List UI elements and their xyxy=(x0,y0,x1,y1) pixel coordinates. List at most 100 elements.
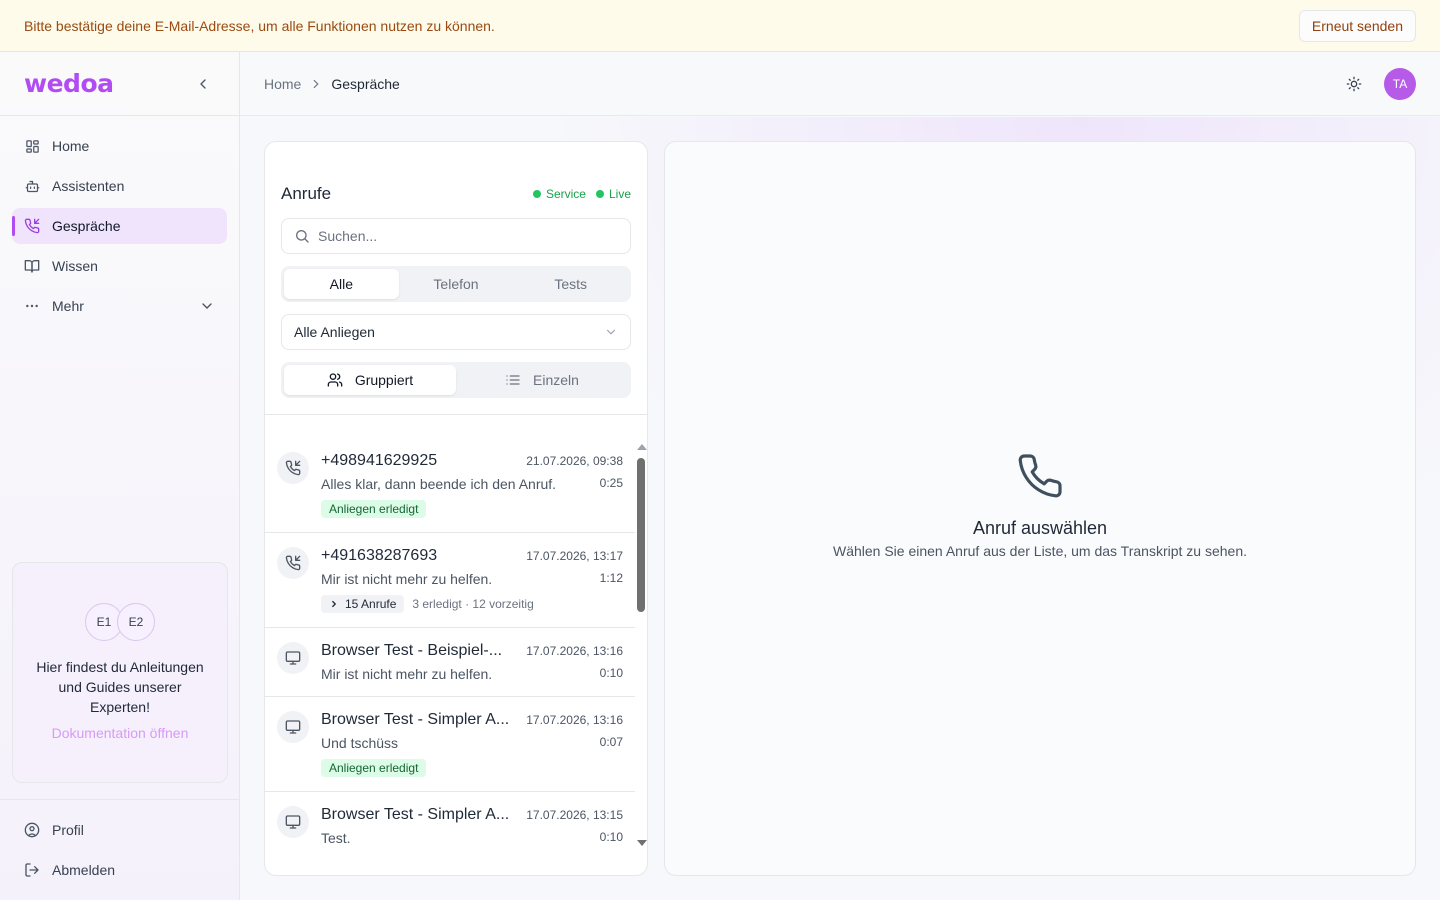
sidebar-nav: Home Assistenten Gespräche Wissen Mehr xyxy=(0,116,239,340)
sidebar-item-label: Profil xyxy=(52,822,84,838)
more-icon xyxy=(24,298,40,314)
sidebar-item-mehr[interactable]: Mehr xyxy=(12,288,227,324)
call-date: 17.07.2026, 13:15 xyxy=(526,808,623,822)
chevron-down-icon xyxy=(199,298,215,314)
top-header: Home Gespräche TA xyxy=(240,52,1440,116)
call-last-message: Alles klar, dann beende ich den Anruf. xyxy=(321,476,557,492)
transcript-panel: Anruf auswählen Wählen Sie einen Anruf a… xyxy=(664,141,1416,876)
group-summary: 3 erledigt · 12 vorzeitig xyxy=(412,597,534,611)
status-service: Service xyxy=(532,187,586,201)
calls-title-row: Anrufe Service Live xyxy=(281,182,631,206)
call-list-item[interactable]: Browser Test - Simpler A... 17.07.2026, … xyxy=(265,697,635,792)
monitor-icon xyxy=(277,642,309,674)
view-label: Gruppiert xyxy=(354,372,414,388)
user-circle-icon xyxy=(24,822,40,838)
grid-icon xyxy=(24,138,40,154)
view-mode-toggle: Gruppiert Einzeln xyxy=(281,362,631,398)
phone-incoming-icon xyxy=(277,452,309,484)
open-documentation-link[interactable]: Dokumentation öffnen xyxy=(52,725,189,741)
call-last-message: Mir ist nicht mehr zu helfen. xyxy=(321,666,493,682)
caller-name: Browser Test - Simpler A... xyxy=(321,806,510,823)
sun-icon xyxy=(1346,76,1362,91)
call-last-message: Und tschüss xyxy=(321,735,399,751)
sidebar-item-label: Home xyxy=(52,138,90,154)
status-live: Live xyxy=(595,187,631,201)
breadcrumb: Home Gespräche xyxy=(264,76,400,92)
sidebar-item-assistenten[interactable]: Assistenten xyxy=(12,168,227,204)
resend-button[interactable]: Erneut senden xyxy=(1298,9,1416,42)
theme-toggle-button[interactable] xyxy=(1342,72,1366,96)
view-label: Einzeln xyxy=(533,372,579,388)
logout-icon xyxy=(24,862,40,878)
phone-icon xyxy=(1016,452,1064,500)
sidebar-item-abmelden[interactable]: Abmelden xyxy=(12,852,227,888)
call-duration: 1:12 xyxy=(599,571,623,585)
sidebar-item-label: Abmelden xyxy=(52,862,116,878)
chevron-left-icon xyxy=(200,78,206,89)
call-last-message: Mir ist nicht mehr zu helfen. xyxy=(321,571,493,587)
email-verification-banner: Bitte bestätige deine E-Mail-Adresse, um… xyxy=(0,0,1440,52)
calls-panel-header: Anrufe Service Live Alle Telefon Tests A… xyxy=(265,182,647,398)
select-value: Alle Anliegen xyxy=(294,324,375,340)
panel-divider xyxy=(265,414,647,415)
calls-panel: Anrufe Service Live Alle Telefon Tests A… xyxy=(264,141,648,876)
collapse-sidebar-button[interactable] xyxy=(191,72,215,96)
expand-group-button[interactable]: 15 Anrufe xyxy=(321,595,405,613)
call-type-tabs: Alle Telefon Tests xyxy=(281,266,631,302)
call-date: 21.07.2026, 09:38 xyxy=(526,454,623,468)
breadcrumb-home[interactable]: Home xyxy=(264,76,301,92)
caller-name: +491638287693 xyxy=(321,547,438,564)
caller-name: Browser Test - Simpler A... xyxy=(321,711,510,728)
call-duration: 0:25 xyxy=(599,476,623,490)
chevron-right-icon xyxy=(309,77,323,91)
call-list-item[interactable]: Browser Test - Simpler A... 17.07.2026, … xyxy=(265,792,635,860)
call-date: 17.07.2026, 13:16 xyxy=(526,644,623,658)
status-indicators: Service Live xyxy=(532,187,631,201)
call-duration: 0:07 xyxy=(599,735,623,749)
scrollbar-thumb[interactable] xyxy=(637,458,645,612)
logo-row: wedoa xyxy=(0,52,239,116)
tab-tests[interactable]: Tests xyxy=(513,269,628,299)
chevron-down-icon xyxy=(604,325,618,339)
sidebar: wedoa Home Assistenten Gespräche Wissen … xyxy=(0,52,240,900)
tab-telefon[interactable]: Telefon xyxy=(399,269,514,299)
search-input[interactable] xyxy=(318,228,618,244)
empty-state-title: Anruf auswählen xyxy=(972,518,1108,538)
scroll-up-arrow-icon[interactable] xyxy=(637,444,647,450)
header-actions: TA xyxy=(1342,67,1416,100)
call-list-item[interactable]: +491638287693 17.07.2026, 13:17 Mir ist … xyxy=(265,533,635,628)
user-avatar[interactable]: TA xyxy=(1384,67,1416,100)
sidebar-item-home[interactable]: Home xyxy=(12,128,227,164)
status-dot xyxy=(595,190,604,198)
sidebar-item-label: Mehr xyxy=(52,298,84,314)
monitor-icon xyxy=(277,806,309,838)
caller-name: Browser Test - Beispiel-... xyxy=(321,642,503,659)
documentation-text: Hier findest du Anleitungen und Guides u… xyxy=(36,659,204,715)
banner-text: Bitte bestätige deine E-Mail-Adresse, um… xyxy=(24,17,495,34)
status-dot xyxy=(532,190,541,198)
scroll-down-arrow-icon[interactable] xyxy=(637,840,647,846)
avatar: E2 xyxy=(117,603,155,641)
sidebar-item-gespraeche[interactable]: Gespräche xyxy=(12,208,227,244)
calls-list-scrollbar[interactable] xyxy=(635,438,647,858)
view-single-button[interactable]: Einzeln xyxy=(456,365,628,395)
status-badge: Anliegen erledigt xyxy=(321,759,427,777)
search-icon xyxy=(294,228,310,244)
chevron-right-icon xyxy=(332,600,337,608)
group-count: 15 Anrufe xyxy=(345,597,397,611)
logo[interactable]: wedoa xyxy=(24,69,114,98)
call-list-item[interactable]: Browser Test - Beispiel-... 17.07.2026, … xyxy=(265,628,635,697)
empty-state-text: Wählen Sie einen Anruf aus der Liste, um… xyxy=(832,543,1247,559)
empty-state: Anruf auswählen Wählen Sie einen Anruf a… xyxy=(665,452,1415,559)
sidebar-item-label: Assistenten xyxy=(52,178,125,194)
bot-icon xyxy=(24,178,40,194)
sidebar-item-label: Gespräche xyxy=(52,218,121,234)
sidebar-item-wissen[interactable]: Wissen xyxy=(12,248,227,284)
status-badge: Anliegen erledigt xyxy=(321,500,427,518)
concern-filter-select[interactable]: Alle Anliegen xyxy=(281,314,631,350)
tab-alle[interactable]: Alle xyxy=(284,269,399,299)
call-list-item[interactable]: +498941629925 21.07.2026, 09:38 Alles kl… xyxy=(265,438,635,533)
view-grouped-button[interactable]: Gruppiert xyxy=(284,365,456,395)
call-date: 17.07.2026, 13:17 xyxy=(526,549,623,563)
sidebar-item-profil[interactable]: Profil xyxy=(12,812,227,848)
